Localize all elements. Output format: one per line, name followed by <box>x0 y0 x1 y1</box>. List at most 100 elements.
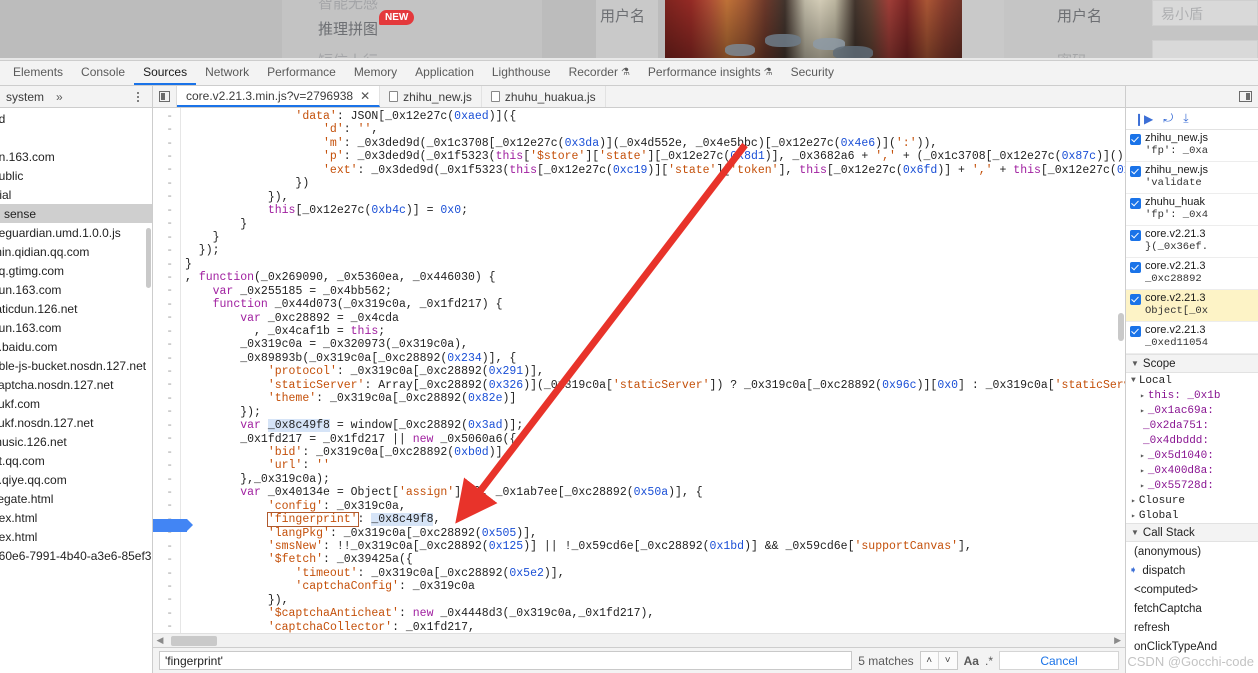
navigator-item[interactable]: dun.163.com <box>0 280 152 299</box>
match-case-button[interactable]: Aa <box>964 654 979 668</box>
navigator-item[interactable]: dex.html <box>0 508 152 527</box>
gutter-line-number[interactable]: - <box>153 177 180 190</box>
breakpoint-checkbox[interactable] <box>1130 134 1141 145</box>
code-line[interactable]: 'theme': _0x319c0a[_0xc28892(0x82e)] <box>185 392 1125 405</box>
gutter-line-number[interactable]: - <box>153 204 180 217</box>
gutter-line-number[interactable]: - <box>153 271 180 284</box>
navigator-item[interactable]: qq.gtimg.com <box>0 261 152 280</box>
breakpoint-item[interactable]: core.v2.21.3 _0xed11054 <box>1126 322 1258 354</box>
navigator-item[interactable]: 760e6-7991-4b40-a3e6-85ef3ea2 <box>0 546 152 565</box>
chevron-more-icon[interactable]: » <box>56 90 63 104</box>
scroll-right-icon[interactable]: ▶ <box>1114 635 1121 646</box>
navigator-item[interactable]: music.126.net <box>0 432 152 451</box>
gutter-line-number[interactable]: - <box>153 298 180 311</box>
expand-arrow-icon[interactable]: ▼ <box>1131 376 1136 385</box>
code-line[interactable]: }); <box>185 406 1125 419</box>
gutter-line-number[interactable]: - <box>153 553 180 566</box>
navigator-item[interactable]: public <box>0 166 152 185</box>
gutter-line-number[interactable]: - <box>153 258 180 271</box>
code-line[interactable]: , _0x4caf1b = this; <box>185 325 1125 338</box>
call-stack-row[interactable]: <computed> <box>1126 580 1258 599</box>
breakpoint-checkbox[interactable] <box>1130 294 1141 305</box>
captcha-image[interactable] <box>665 0 962 58</box>
code-line[interactable]: '$captchaAnticheat': new _0x4448d3(_0x31… <box>185 607 1125 620</box>
gutter-line-number[interactable]: - <box>153 446 180 459</box>
code-line[interactable]: var _0x255185 = _0x4bb562; <box>185 285 1125 298</box>
editor-horizontal-scrollbar[interactable]: ◀ ▶ <box>153 633 1125 647</box>
tab-elements[interactable]: Elements <box>4 61 72 85</box>
editor-tab[interactable]: zhuhu_huakua.js <box>482 86 606 107</box>
gutter-line-number[interactable]: - <box>153 406 180 419</box>
gutter-line-number[interactable]: - <box>153 137 180 150</box>
code-line[interactable]: } <box>185 218 1125 231</box>
scope-row[interactable]: ▸ _0x400d8a: <box>1126 463 1258 478</box>
gutter-line-number[interactable]: - <box>153 621 180 633</box>
expand-arrow-icon[interactable]: ▸ <box>1140 466 1145 476</box>
code-line[interactable]: 'ext': _0x3ded9d(_0x1f5323(this[_0x12e27… <box>185 164 1125 177</box>
code-line[interactable]: 'p': _0x3ded9d(_0x1f5323(this['$store'][… <box>185 150 1125 163</box>
navigator-item[interactable]: bble-js-bucket.nosdn.127.net <box>0 356 152 375</box>
search-next-icon[interactable]: ˅ <box>939 652 957 669</box>
code-line[interactable]: } <box>185 258 1125 271</box>
gutter-line-number[interactable]: - <box>153 231 180 244</box>
breakpoint-checkbox[interactable] <box>1130 230 1141 241</box>
navigator-item[interactable]: taticdun.126.net <box>0 299 152 318</box>
breakpoint-checkbox[interactable] <box>1130 198 1141 209</box>
gutter-line-number[interactable]: - <box>153 379 180 392</box>
code-line[interactable]: '$fetch': _0x39425a({ <box>185 553 1125 566</box>
gutter-line-number[interactable]: - <box>153 392 180 405</box>
code-line[interactable]: 'timeout': _0x319c0a[_0xc28892(0x5e2)], <box>185 567 1125 580</box>
code-line[interactable]: , function(_0x269090, _0x5360ea, _0x4460… <box>185 271 1125 284</box>
navigator-item[interactable] <box>0 128 152 147</box>
webpage-password-input[interactable] <box>1152 40 1258 60</box>
gutter-line-number[interactable]: - <box>153 191 180 204</box>
call-stack-row[interactable]: fetchCaptcha <box>1126 599 1258 618</box>
code-line[interactable]: 'd': '', <box>185 123 1125 136</box>
breakpoint-item[interactable]: core.v2.21.3 _0xc28892 <box>1126 258 1258 290</box>
code-line[interactable]: 'captchaCollector': _0x1fd217, <box>185 621 1125 633</box>
tab-console[interactable]: Console <box>72 61 134 85</box>
tab-recorder[interactable]: Recorder ⚗ <box>560 61 639 85</box>
navigator-item[interactable]: yukf.com <box>0 394 152 413</box>
gutter-line-number[interactable]: - <box>153 486 180 499</box>
gutter-line-number[interactable]: - <box>153 110 180 123</box>
scope-row[interactable]: ▸ Global <box>1126 508 1258 523</box>
code-line[interactable]: }), <box>185 191 1125 204</box>
search-prev-icon[interactable]: ˄ <box>921 652 939 669</box>
gutter-line-number[interactable]: - <box>153 365 180 378</box>
scroll-left-icon[interactable]: ◀ <box>153 635 167 646</box>
scope-row[interactable]: ▸ this: _0x1b <box>1126 388 1258 403</box>
navigator-panel[interactable]: ed un.163.com public trial sense neguardian.u… <box>0 108 153 673</box>
navigator-item[interactable]: min.qidian.qq.com <box>0 242 152 261</box>
gutter-line-number[interactable]: - <box>153 594 180 607</box>
tab-application[interactable]: Application <box>406 61 483 85</box>
code-line[interactable]: },_0x319c0a); <box>185 473 1125 486</box>
navigator-header-title[interactable]: system <box>6 90 44 104</box>
expand-arrow-icon[interactable]: ▸ <box>1131 496 1136 506</box>
code-line[interactable]: _0x1fd217 = _0x1fd217 || new _0x5060a6({ <box>185 433 1125 446</box>
expand-arrow-icon[interactable]: ▸ <box>1140 391 1145 401</box>
tab-security[interactable]: Security <box>782 61 843 85</box>
gutter-line-number[interactable]: - <box>153 540 180 553</box>
editor-vertical-scrollbar[interactable] <box>1116 108 1125 633</box>
call-stack-section-header[interactable]: ▼ Call Stack <box>1126 523 1258 542</box>
code-line[interactable]: var _0x40134e = Object['assign']({}, _0x… <box>185 486 1125 499</box>
code-line[interactable]: var _0x8c49f8 = window[_0xc28892(0x3ad)]… <box>185 419 1125 433</box>
gutter-line-number[interactable]: - <box>153 352 180 365</box>
expand-arrow-icon[interactable]: ▸ <box>1140 481 1145 491</box>
navigator-item[interactable]: n.baidu.com <box>0 337 152 356</box>
gutter-line-number[interactable]: - <box>153 473 180 486</box>
scope-row[interactable]: ▸ _0x1ac69a: <box>1126 403 1258 418</box>
step-into-icon[interactable]: ⤓ <box>1183 111 1188 126</box>
navigator-item[interactable]: ed <box>0 109 152 128</box>
gutter-line-number[interactable]: - <box>153 285 180 298</box>
code-line[interactable]: } <box>185 231 1125 244</box>
code-line[interactable]: 'bid': _0x319c0a[_0xc28892(0xb0d)], <box>185 446 1125 459</box>
code-line[interactable]: }), <box>185 594 1125 607</box>
tab-performance-insights[interactable]: Performance insights ⚗ <box>639 61 782 85</box>
navigator-item[interactable]: sense <box>0 204 152 223</box>
gutter-line-number[interactable]: - <box>153 325 180 338</box>
scope-row[interactable]: _0x4dbddd: <box>1126 433 1258 448</box>
expand-arrow-icon[interactable]: ▸ <box>1140 451 1145 461</box>
webpage-username-input[interactable]: 易小盾 <box>1152 0 1258 26</box>
